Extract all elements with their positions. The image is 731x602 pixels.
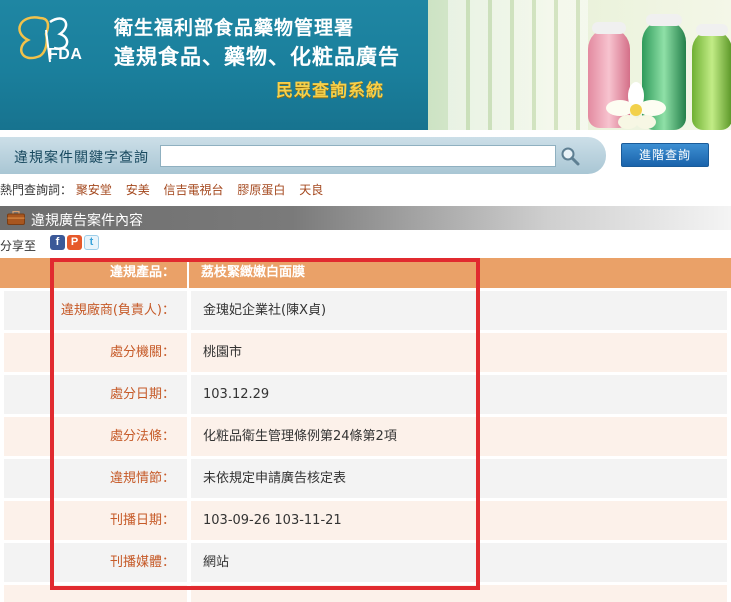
row-label: 刊播媒體：: [4, 543, 187, 582]
product-label: 違規產品：: [0, 258, 187, 288]
hot-keyword-link[interactable]: 安美: [126, 183, 150, 197]
row-value: 金瑰妃企業社(陳X貞): [191, 291, 727, 330]
magnifier-icon: [561, 147, 580, 166]
row-label: 處分法條：: [4, 417, 187, 456]
site-banner: FDA 衛生福利部食品藥物管理署 違規食品、藥物、化粧品廣告 民眾查詢系統: [0, 0, 731, 130]
briefcase-icon: [7, 211, 25, 225]
table-row: 處分日期： 103.12.29: [0, 374, 731, 415]
search-label: 違規案件關鍵字查詢: [14, 150, 149, 166]
row-label: 處分機關：: [4, 333, 187, 372]
keyword-search-input[interactable]: [160, 145, 556, 167]
hot-keyword-link[interactable]: 聚安堂: [76, 183, 112, 197]
system-subtitle: 民眾查詢系統: [276, 81, 384, 101]
share-label: 分享至: [0, 239, 37, 253]
hot-keywords-label: 熱門查詢詞：: [0, 183, 73, 197]
product-value: 荔枝緊緻嫩白面膜: [189, 258, 731, 288]
hot-keyword-link[interactable]: 膠原蛋白: [237, 183, 285, 197]
row-label: 處分日期：: [4, 375, 187, 414]
plurk-icon[interactable]: P: [67, 235, 82, 250]
case-detail-table: 違規產品： 荔枝緊緻嫩白面膜 違規廠商(負責人)： 金瑰妃企業社(陳X貞) 處分…: [0, 258, 731, 602]
table-row: [0, 584, 731, 602]
advanced-search-button[interactable]: 進階查詢: [621, 143, 709, 167]
search-button[interactable]: [556, 143, 584, 169]
row-value: 103.12.29: [191, 375, 727, 414]
table-row: 處分法條： 化粧品衛生管理條例第24條第2項: [0, 416, 731, 457]
table-row-header: 違規產品： 荔枝緊緻嫩白面膜: [0, 258, 731, 288]
row-value: 103-09-26 103-11-21: [191, 501, 727, 540]
flower-icon: [606, 82, 666, 129]
banner-cosmetics-photo: [428, 0, 731, 130]
hot-keyword-link[interactable]: 信吉電視台: [164, 183, 224, 197]
row-value: 網站: [191, 543, 727, 582]
row-value: 化粧品衛生管理條例第24條第2項: [191, 417, 727, 456]
share-icons: f P t: [50, 235, 99, 250]
hot-keywords: 熱門查詢詞： 聚安堂 安美 信吉電視台 膠原蛋白 天良: [0, 181, 333, 198]
table-row: 刊播媒體： 網站: [0, 542, 731, 583]
twitter-icon[interactable]: t: [84, 235, 99, 250]
facebook-icon[interactable]: f: [50, 235, 65, 250]
row-value: 桃園市: [191, 333, 727, 372]
section-title: 違規廣告案件內容: [31, 213, 143, 229]
hot-keyword-link[interactable]: 天良: [299, 183, 323, 197]
table-row: 違規廠商(負責人)： 金瑰妃企業社(陳X貞): [0, 290, 731, 331]
table-row: 刊播日期： 103-09-26 103-11-21: [0, 500, 731, 541]
table-row: 處分機關： 桃園市: [0, 332, 731, 373]
row-label: 刊播日期：: [4, 501, 187, 540]
row-label: 違規情節：: [4, 459, 187, 498]
row-value-empty: [191, 585, 727, 602]
row-value: 未依規定申請廣告核定表: [191, 459, 727, 498]
system-title: 違規食品、藥物、化粧品廣告: [114, 45, 400, 69]
row-label: 違規廠商(負責人)：: [4, 291, 187, 330]
table-row: 違規情節： 未依規定申請廣告核定表: [0, 458, 731, 499]
fda-logo-text: FDA: [48, 46, 83, 63]
row-label-empty: [4, 585, 187, 602]
agency-name: 衛生福利部食品藥物管理署: [114, 17, 355, 39]
